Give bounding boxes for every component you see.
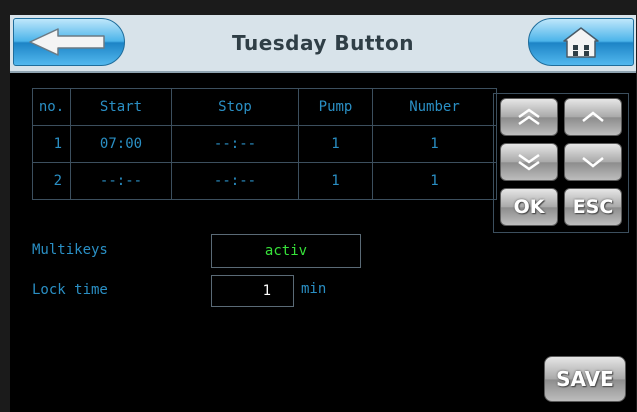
home-button[interactable] xyxy=(528,18,634,66)
arrow-left-icon xyxy=(29,28,105,56)
chevron-down-icon xyxy=(582,157,604,168)
multikeys-label: Multikeys xyxy=(32,242,108,258)
row-number: 1 xyxy=(32,125,71,163)
stop-time-cell[interactable]: --:-- xyxy=(171,125,299,163)
pump-cell[interactable]: 1 xyxy=(298,162,373,200)
page-up-button[interactable] xyxy=(500,98,558,136)
device-screen: Tuesday Button no. Start Stop Pump Numbe… xyxy=(10,15,636,412)
column-header-number: Number xyxy=(372,88,497,126)
table-row[interactable]: 2 --:-- --:-- 1 1 xyxy=(32,162,497,200)
number-cell[interactable]: 1 xyxy=(372,125,497,163)
table-row[interactable]: 1 07:00 --:-- 1 1 xyxy=(32,125,497,163)
ok-label: OK xyxy=(513,196,545,218)
back-button[interactable] xyxy=(13,18,125,66)
start-time-cell[interactable]: --:-- xyxy=(70,162,172,200)
double-chevron-up-icon xyxy=(518,108,540,126)
pump-cell[interactable]: 1 xyxy=(298,125,373,163)
save-button[interactable]: SAVE xyxy=(544,356,626,402)
stop-time-cell[interactable]: --:-- xyxy=(171,162,299,200)
locktime-label: Lock time xyxy=(32,282,108,298)
multikeys-toggle[interactable]: activ xyxy=(211,234,361,268)
row-number: 2 xyxy=(32,162,71,200)
table-header-row: no. Start Stop Pump Number xyxy=(32,88,497,126)
esc-label: ESC xyxy=(572,196,614,218)
number-cell[interactable]: 1 xyxy=(372,162,497,200)
double-chevron-down-icon xyxy=(518,153,540,171)
column-header-start: Start xyxy=(70,88,172,126)
start-time-cell[interactable]: 07:00 xyxy=(70,125,172,163)
page-down-button[interactable] xyxy=(500,143,558,181)
save-label: SAVE xyxy=(556,367,614,391)
column-header-pump: Pump xyxy=(298,88,373,126)
locktime-input[interactable]: 1 xyxy=(211,275,294,307)
esc-button[interactable]: ESC xyxy=(564,188,622,226)
schedule-table: no. Start Stop Pump Number 1 07:00 --:--… xyxy=(32,88,497,200)
chevron-up-icon xyxy=(582,111,604,122)
locktime-unit: min xyxy=(301,281,327,297)
header-bar: Tuesday Button xyxy=(10,15,636,73)
navigation-panel: OK ESC xyxy=(493,93,629,233)
up-button[interactable] xyxy=(564,98,622,136)
ok-button[interactable]: OK xyxy=(500,188,558,226)
column-header-stop: Stop xyxy=(171,88,299,126)
column-header-no: no. xyxy=(32,88,71,126)
down-button[interactable] xyxy=(564,143,622,181)
home-icon xyxy=(563,27,599,58)
